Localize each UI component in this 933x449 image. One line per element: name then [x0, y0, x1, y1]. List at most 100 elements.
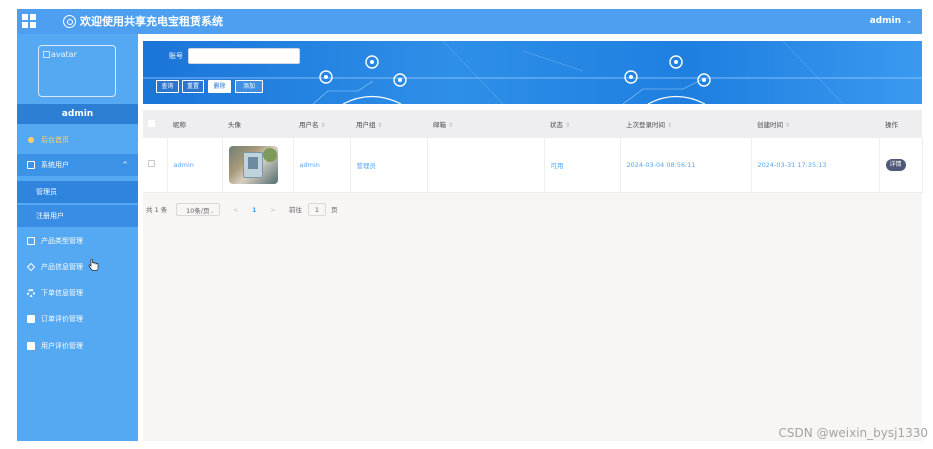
header-email[interactable]: 邮箱 ⇕ — [427, 110, 544, 138]
prev-page-button[interactable]: < — [233, 203, 238, 217]
sort-icon[interactable]: ⇕ — [448, 122, 453, 129]
user-box-icon — [27, 161, 35, 169]
sidebar-item-label: 订单评价管理 — [41, 315, 83, 323]
header-label: 邮箱 — [433, 121, 446, 129]
watermark: CSDN @weixin_bysj1330 — [778, 426, 928, 440]
header-status[interactable]: 状态 ⇕ — [544, 110, 620, 138]
user-menu-label: admin — [869, 16, 901, 26]
add-button[interactable]: 添加 — [235, 80, 263, 93]
goto-label: 前往 — [289, 206, 302, 214]
select-all-checkbox[interactable] — [148, 119, 155, 127]
hand-cursor-icon — [88, 259, 99, 271]
sidebar-item-label: 下单信息管理 — [41, 289, 83, 297]
header-label: 上次登录时间 — [626, 121, 665, 129]
current-page[interactable]: 1 — [252, 203, 257, 217]
header-username[interactable]: 用户名 ⇕ — [293, 110, 350, 138]
select-all-cell[interactable] — [143, 110, 167, 138]
sidebar-item-label: 产品类型管理 — [41, 237, 83, 245]
sidebar-subitem-registered-users[interactable]: 注册用户 — [17, 205, 138, 227]
user-menu[interactable]: admin ⌄ — [870, 15, 912, 28]
home-icon — [28, 137, 34, 143]
sort-icon[interactable]: ⇕ — [785, 122, 790, 129]
logo-icon — [63, 15, 76, 28]
cell-username: admin — [293, 138, 351, 192]
avatar-alt-label: avatar — [51, 50, 77, 59]
cell-status: 可用 — [544, 138, 621, 192]
sidebar: avatar admin 后台首页 系统用户 ^ 管理员 注册用户 产品类型管理… — [17, 34, 138, 441]
row-select-cell[interactable] — [143, 138, 168, 192]
sidebar-item-label: 产品信息管理 — [41, 263, 83, 271]
cell-avatar — [222, 138, 294, 192]
cell-group: 管理员 — [350, 138, 428, 192]
users-table: 昵称 头像 用户名 ⇕ 用户组 ⇕ 邮箱 ⇕ 状态 ⇕ 上次登录时间 ⇕ 创建时间 ⇕ 操作… — [143, 110, 923, 192]
detail-button[interactable]: 详情 — [885, 158, 906, 171]
sidebar-subitem-label: 管理员 — [36, 188, 57, 196]
broken-image-icon — [43, 51, 50, 58]
header-label: 操作 — [885, 121, 898, 129]
chevron-up-icon: ^ — [122, 161, 128, 169]
app-title: 欢迎使用共享充电宝租赁系统 — [80, 15, 223, 28]
cell-email — [427, 138, 545, 192]
header-label: 创建时间 — [757, 121, 783, 129]
gear-icon — [27, 289, 35, 297]
sidebar-item-home[interactable]: 后台首页 — [17, 129, 138, 151]
page-size-value: 10条/页 — [186, 207, 210, 215]
thumbnail-device — [242, 151, 263, 178]
cell-created: 2024-03-31 17:35:13 — [751, 138, 880, 192]
review-icon — [27, 315, 35, 323]
header-nickname: 昵称 — [167, 110, 222, 138]
sidebar-subitem-label: 注册用户 — [36, 212, 64, 220]
sidebar-item-product-types[interactable]: 产品类型管理 — [17, 230, 138, 252]
header-label: 用户组 — [356, 121, 376, 129]
thumbnail-plant — [262, 147, 277, 162]
sidebar-item-label: 用户评价管理 — [41, 342, 83, 350]
chevron-down-icon: ⌄ — [906, 17, 912, 25]
sidebar-item-product-info[interactable]: 产品信息管理 — [17, 256, 138, 278]
account-search-input[interactable] — [188, 48, 300, 64]
sidebar-item-user-reviews[interactable]: 用户评价管理 — [17, 335, 138, 357]
app-root: 欢迎使用共享充电宝租赁系统 admin ⌄ avatar admin 后台首页 … — [0, 0, 933, 449]
cell-actions: 详情 — [879, 138, 923, 192]
header-created[interactable]: 创建时间 ⇕ — [751, 110, 879, 138]
user-review-icon — [27, 342, 35, 350]
next-page-button[interactable]: > — [270, 203, 275, 217]
search-button[interactable]: 查询 — [156, 80, 179, 93]
header-label: 头像 — [228, 121, 241, 129]
table-header-row: 昵称 头像 用户名 ⇕ 用户组 ⇕ 邮箱 ⇕ 状态 ⇕ 上次登录时间 ⇕ 创建时间 ⇕ 操作 — [143, 110, 922, 138]
goto-suffix: 页 — [331, 206, 338, 214]
sidebar-item-system-users[interactable]: 系统用户 ^ — [17, 154, 138, 176]
sort-icon[interactable]: ⇕ — [378, 122, 383, 129]
sidebar-item-label: 后台首页 — [41, 136, 69, 144]
sidebar-item-orders[interactable]: 下单信息管理 — [17, 282, 138, 304]
sort-icon[interactable]: ⇕ — [667, 122, 672, 129]
avatar-thumbnail — [228, 145, 278, 184]
reset-button[interactable]: 重置 — [182, 80, 204, 93]
row-checkbox[interactable] — [148, 160, 155, 168]
header-last-login[interactable]: 上次登录时间 ⇕ — [620, 110, 751, 138]
avatar-alt-text: avatar — [43, 50, 77, 59]
header-avatar: 头像 — [222, 110, 293, 138]
sort-icon[interactable]: ⇕ — [321, 122, 326, 129]
header-label: 昵称 — [173, 121, 186, 129]
sidebar-username: admin — [17, 104, 138, 124]
sidebar-subitem-admins[interactable]: 管理员 — [17, 181, 138, 203]
sort-icon[interactable]: ⇕ — [565, 122, 570, 129]
table-row[interactable]: admin admin 管理员 可用 2024-03-04 08:56:11 2… — [143, 138, 923, 192]
cell-last-login: 2024-03-04 08:56:11 — [620, 138, 752, 192]
sidebar-item-order-reviews[interactable]: 订单评价管理 — [17, 308, 138, 330]
sidebar-item-label: 系统用户 — [41, 161, 69, 169]
search-banner: 账号 查询 重置 删除 添加 — [143, 41, 922, 104]
cell-nickname: admin — [167, 138, 223, 192]
header-label: 用户名 — [299, 121, 319, 129]
page-size-select[interactable]: 10条/页 ⌄ — [176, 203, 220, 216]
product-type-icon — [27, 237, 35, 245]
apps-grid-icon[interactable] — [22, 14, 36, 28]
avatar: avatar — [38, 45, 116, 97]
header-group[interactable]: 用户组 ⇕ — [350, 110, 427, 138]
header-label: 状态 — [550, 121, 563, 129]
chevron-down-icon: ⌄ — [209, 207, 215, 215]
search-field-label: 账号 — [169, 52, 183, 60]
goto-page-input[interactable]: 1 — [308, 203, 326, 216]
tag-icon — [26, 262, 36, 272]
delete-button[interactable]: 删除 — [208, 80, 231, 93]
